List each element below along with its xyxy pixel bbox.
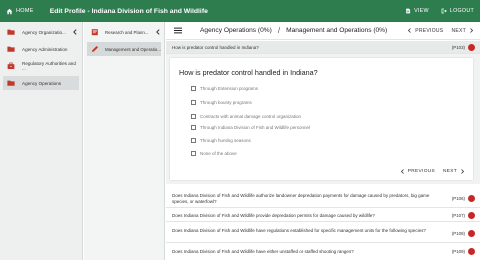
folder-icon (7, 29, 15, 35)
sidebar-subsections: Research and Plann... Management and Ope… (84, 22, 165, 260)
home-icon (6, 8, 13, 14)
menu-icon[interactable] (174, 27, 182, 34)
question-previous-button[interactable]: PREVIOUS (400, 169, 435, 174)
next-label: NEXT (451, 27, 466, 34)
question-text: Does Indiana Division of Fish and Wildli… (172, 228, 426, 233)
folder-icon (7, 80, 15, 86)
breadcrumb-separator: / (277, 26, 281, 35)
chevron-left-icon (408, 28, 411, 33)
option-checkbox[interactable]: Through hunting seasons (191, 138, 251, 143)
previous-button[interactable]: PREVIOUS (407, 28, 443, 34)
logout-label: LOGOUT (449, 8, 474, 14)
option-label: Through Indiana Division of Fish and Wil… (200, 125, 311, 130)
home-label: HOME (16, 8, 34, 14)
breadcrumb-section[interactable]: Agency Operations (0%) (200, 27, 272, 34)
page-title: Edit Profile - Indiana Division of Fish … (49, 7, 208, 15)
sidebar-item-research-and-planning[interactable]: Research and Plann... (87, 25, 161, 39)
top-bar: HOME Edit Profile - Indiana Division of … (0, 0, 480, 22)
breadcrumb-bar: Agency Operations (0%) / Management and … (166, 22, 480, 40)
option-label: None of the above (200, 151, 237, 156)
status-badge (468, 194, 475, 202)
next-button[interactable]: NEXT (451, 28, 474, 34)
sidebar-item-agency-administration[interactable]: Agency Administration (3, 42, 79, 56)
view-button[interactable]: VIEW (405, 8, 429, 14)
option-checkbox[interactable]: Through bounty programs (191, 100, 252, 105)
status-badge (468, 211, 475, 219)
breadcrumb-subsection[interactable]: Management and Operations (0%) (286, 27, 387, 34)
option-label: Through Extension programs (200, 86, 259, 91)
checkbox[interactable] (191, 100, 196, 105)
checkbox[interactable] (191, 86, 196, 91)
chevron-right-icon (461, 169, 465, 174)
sidebar-item-label: Research and Plann... (105, 29, 149, 35)
folder-icon (7, 46, 15, 52)
question-panel: How is predator control handled in India… (166, 54, 480, 184)
question-row[interactable]: Does Indiana Division of Fish and Wildli… (166, 208, 480, 222)
sidebar-item-label: Agency Operations (22, 80, 62, 86)
chevron-right-icon (470, 28, 474, 33)
question-text: Does Indiana Division of Fish and Wildli… (172, 212, 375, 218)
question-card: How is predator control handled in India… (170, 58, 473, 180)
option-checkbox[interactable]: None of the above (191, 151, 237, 156)
book-icon (91, 29, 98, 36)
sidebar-sections: Agency Organizatio... Agency Administrat… (0, 22, 83, 260)
status-badge (468, 248, 475, 255)
checkbox[interactable] (191, 151, 196, 156)
briefcase-icon (7, 62, 15, 70)
document-icon (406, 8, 411, 14)
pencil-icon (91, 45, 99, 53)
sidebar-item-agency-operations[interactable]: Agency Operations (3, 76, 79, 90)
question-id: (P106) (451, 196, 465, 201)
chevron-left-icon[interactable] (155, 29, 161, 35)
question-id: (P103) (451, 45, 465, 50)
checkbox[interactable] (191, 114, 196, 119)
sidebar-item-label: Agency Organizatio... (22, 29, 66, 35)
question-row[interactable]: Does Indiana Division of Fish and Wildli… (166, 188, 480, 208)
option-label: Through hunting seasons (200, 138, 251, 143)
question-text: Does Indiana Division of Fish and Wildli… (172, 249, 354, 254)
view-label: VIEW (414, 8, 429, 14)
question-row[interactable]: Does Indiana Division of Fish and Wildli… (166, 243, 480, 260)
next-label: NEXT (443, 169, 457, 174)
previous-label: PREVIOUS (415, 27, 444, 34)
sidebar-item-label: Agency Administration (22, 46, 68, 52)
previous-label: PREVIOUS (407, 169, 435, 174)
option-label: Contracts with animal damage control org… (200, 114, 302, 119)
sidebar-item-management-and-operations[interactable]: Management and Operatio... (87, 42, 161, 56)
logout-icon (441, 8, 447, 14)
option-checkbox[interactable]: Through Extension programs (191, 86, 258, 91)
question-id: (P108) (451, 231, 465, 236)
question-row-active[interactable]: How is predator control handled in India… (166, 41, 480, 54)
chevron-left-icon[interactable] (72, 29, 78, 35)
sidebar-item-label: Regulatory Authorities and ... (22, 61, 76, 71)
option-checkbox[interactable]: Contracts with animal damage control org… (191, 114, 301, 119)
question-title: How is predator control handled in India… (179, 68, 318, 77)
sidebar-item-agency-organization[interactable]: Agency Organizatio... (3, 25, 79, 39)
logout-button[interactable]: LOGOUT (441, 8, 474, 14)
home-button[interactable]: HOME (0, 8, 34, 15)
status-badge (468, 44, 475, 51)
option-checkbox[interactable]: Through Indiana Division of Fish and Wil… (191, 125, 310, 130)
question-text: How is predator control handled in India… (172, 45, 259, 50)
question-id: (P107) (451, 212, 465, 218)
question-text: Does Indiana Division of Fish and Wildli… (172, 193, 430, 204)
chevron-left-icon (400, 169, 404, 174)
status-badge (468, 229, 475, 237)
option-label: Through bounty programs (200, 100, 252, 105)
sidebar-item-regulatory-authorities[interactable]: Regulatory Authorities and ... (3, 59, 79, 73)
checkbox[interactable] (191, 125, 196, 130)
sidebar-item-label: Management and Operatio... (105, 46, 161, 52)
question-row[interactable]: Does Indiana Division of Fish and Wildli… (166, 222, 480, 243)
question-id: (P109) (451, 249, 465, 254)
question-next-button[interactable]: NEXT (443, 169, 465, 174)
checkbox[interactable] (191, 138, 196, 143)
